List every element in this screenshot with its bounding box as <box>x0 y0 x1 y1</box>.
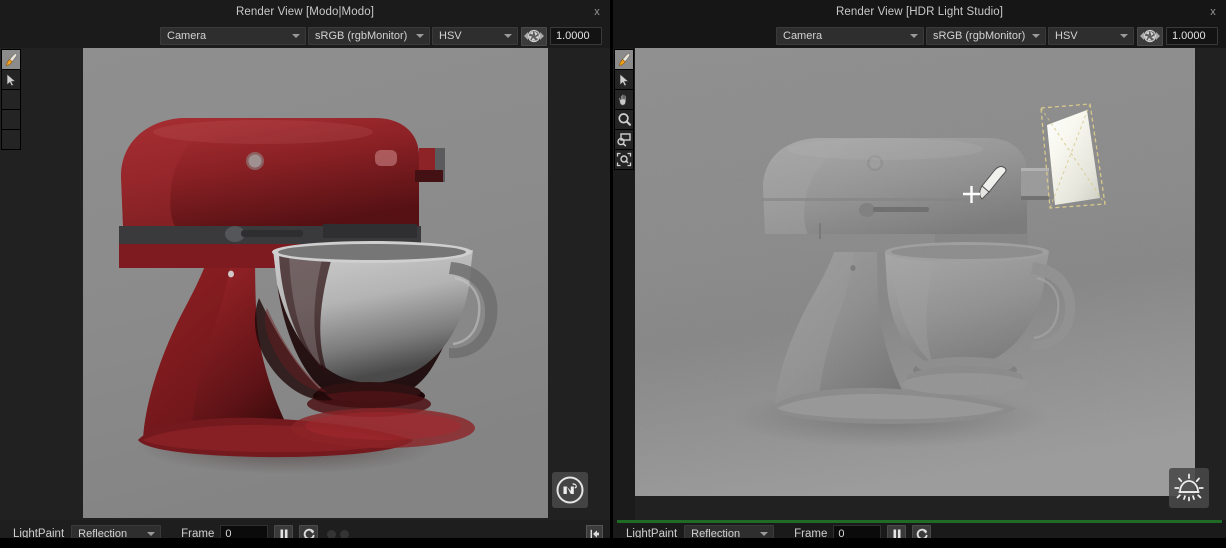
channel-select-value: HSV <box>439 30 462 42</box>
chevron-down-icon <box>292 34 300 38</box>
render-view-panel-hdrls: Render View [HDR Light Studio] x Camera … <box>613 0 1226 548</box>
hdr-light-studio-sun-icon <box>1169 468 1209 508</box>
camera-select-value: Camera <box>783 30 823 42</box>
chevron-down-icon <box>1032 34 1040 38</box>
aperture-icon[interactable] <box>1137 26 1163 46</box>
chevron-down-icon <box>910 34 918 38</box>
colorspace-select[interactable]: sRGB (rgbMonitor) <box>926 27 1046 45</box>
close-icon[interactable]: x <box>1207 6 1219 18</box>
panel-body-modo <box>0 48 610 520</box>
lightpaint-brush-tool[interactable] <box>614 49 634 70</box>
channel-select[interactable]: HSV <box>432 27 518 45</box>
channel-select[interactable]: HSV <box>1048 27 1134 45</box>
camera-select[interactable]: Camera <box>776 27 924 45</box>
titlebar-modo: Render View [Modo|Modo] x <box>0 0 610 24</box>
viewport-toolbar-hdrls <box>613 48 635 520</box>
titlebar-hdrls: Render View [HDR Light Studio] x <box>613 0 1226 24</box>
chevron-down-icon <box>147 532 156 536</box>
zoom-region-tool[interactable] <box>614 129 634 150</box>
options-bar-hdrls: Camera sRGB (rgbMonitor) HSV 1.0000 <box>613 24 1226 48</box>
panel-title: Render View [Modo|Modo] <box>235 6 375 18</box>
tool-slot-5[interactable] <box>1 129 21 150</box>
chevron-down-icon <box>504 34 512 38</box>
panel-title: Render View [HDR Light Studio] <box>835 6 1004 18</box>
camera-select-value: Camera <box>167 30 207 42</box>
select-arrow-tool[interactable] <box>614 69 634 90</box>
tool-slot-4[interactable] <box>1 109 21 130</box>
chevron-down-icon <box>760 532 769 536</box>
camera-select[interactable]: Camera <box>160 27 306 45</box>
viewport-toolbar-modo <box>0 48 22 520</box>
render-image-modo[interactable] <box>83 48 548 518</box>
lightpaint-brush-tool[interactable] <box>1 49 21 70</box>
colorspace-select-value: sRGB (rgbMonitor) <box>933 30 1026 42</box>
render-image-hdrls[interactable] <box>635 48 1195 496</box>
modo-logo-icon <box>552 472 588 508</box>
panel-body-hdrls <box>613 48 1226 520</box>
aperture-icon[interactable] <box>521 26 547 46</box>
colorspace-select-value: sRGB (rgbMonitor) <box>315 30 408 42</box>
viewport-hdrls[interactable] <box>635 48 1226 520</box>
render-view-workspace: Render View [Modo|Modo] x Camera sRGB (r… <box>0 0 1226 548</box>
exposure-field[interactable]: 1.0000 <box>550 27 602 45</box>
zoom-magnifier-tool[interactable] <box>614 109 634 130</box>
render-view-panel-modo: Render View [Modo|Modo] x Camera sRGB (r… <box>0 0 610 548</box>
channel-select-value: HSV <box>1055 30 1078 42</box>
viewport-modo[interactable] <box>22 48 610 520</box>
pan-hand-tool[interactable] <box>614 89 634 110</box>
exposure-field[interactable]: 1.0000 <box>1166 27 1218 45</box>
zoom-fit-tool[interactable] <box>614 149 634 170</box>
active-panel-accent <box>617 520 1222 523</box>
chevron-down-icon <box>416 34 424 38</box>
colorspace-select[interactable]: sRGB (rgbMonitor) <box>308 27 430 45</box>
chevron-down-icon <box>1120 34 1128 38</box>
window-bottom-edge <box>0 538 1226 548</box>
select-arrow-tool[interactable] <box>1 69 21 90</box>
options-bar-modo: Camera sRGB (rgbMonitor) HSV 1.0000 <box>0 24 610 48</box>
close-icon[interactable]: x <box>591 6 603 18</box>
tool-slot-3[interactable] <box>1 89 21 110</box>
